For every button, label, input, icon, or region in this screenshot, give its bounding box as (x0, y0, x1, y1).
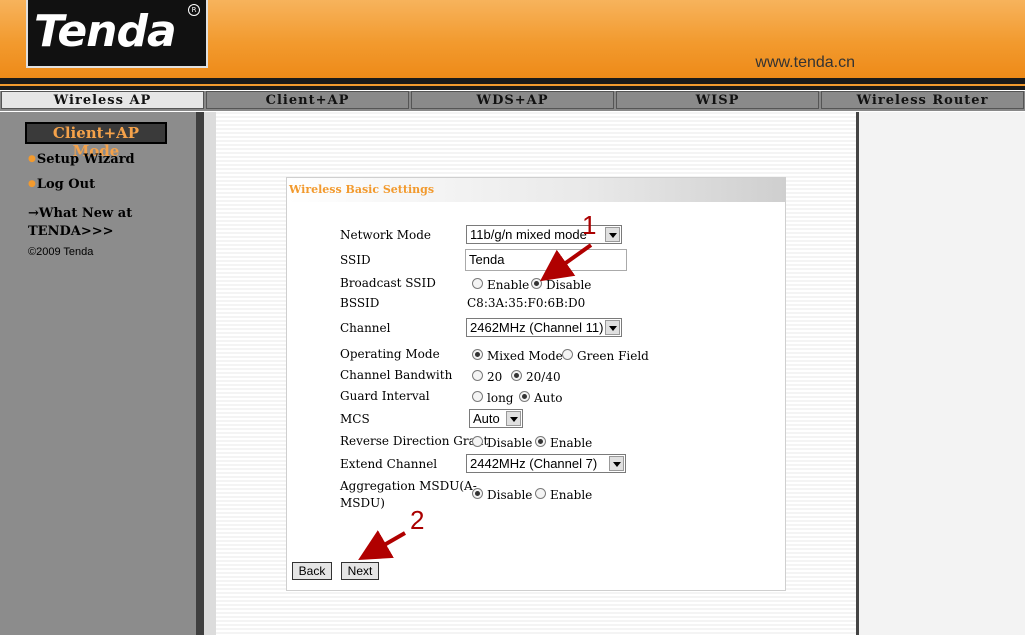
bandwidth-20-label: 20 (487, 370, 503, 384)
aggregation-disable-radio[interactable] (472, 488, 483, 499)
guard-interval-auto-radio[interactable] (519, 391, 530, 402)
extend-channel-label: Extend Channel (340, 457, 438, 471)
operating-mode-greenfield-label: Green Field (577, 349, 649, 363)
bullet-icon: ● (28, 154, 36, 164)
guard-interval-long-label: long (487, 391, 514, 405)
site-url: www.tenda.cn (755, 54, 855, 71)
copyright-text: ©2009 Tenda (28, 246, 94, 258)
sidebar-item-log-out[interactable]: ●Log Out (28, 177, 95, 192)
aggregation-msdu-label: Aggregation MSDU(A- MSDU) (340, 478, 477, 512)
dropdown-arrow-icon (605, 320, 620, 335)
network-mode-select[interactable]: 11b/g/n mixed mode (466, 225, 622, 244)
annotation-number-2: 2 (410, 505, 425, 535)
tenda-logo: Tenda R (26, 0, 208, 68)
annotation-number-1: 1 (582, 210, 597, 240)
mode-tabs: Wireless AP Client+AP WDS+AP WISP Wirele… (0, 91, 1025, 111)
tab-wireless-ap[interactable]: Wireless AP (1, 91, 204, 109)
sidebar-item-setup-wizard[interactable]: ●Setup Wizard (28, 152, 135, 167)
aggregation-msdu-label-line2: MSDU) (340, 496, 385, 510)
bandwidth-20-radio[interactable] (472, 370, 483, 381)
mcs-value: Auto (473, 411, 500, 426)
broadcast-ssid-label: Broadcast SSID (340, 276, 436, 290)
current-mode-label[interactable]: Client+AP Mode (25, 122, 167, 160)
operating-mode-label: Operating Mode (340, 347, 440, 361)
whats-new-line1: →What New at (28, 206, 133, 221)
extend-channel-value: 2442MHz (Channel 7) (470, 456, 598, 471)
panel-title-bar: Wireless Basic Settings (287, 178, 785, 202)
sidebar-item-label: Setup Wizard (36, 152, 135, 167)
next-button[interactable]: Next (341, 562, 379, 580)
mcs-select[interactable]: Auto (469, 409, 523, 428)
broadcast-ssid-disable-radio[interactable] (531, 278, 542, 289)
logo-text: Tenda (34, 6, 177, 57)
aggregation-msdu-label-line1: Aggregation MSDU(A- (340, 479, 477, 493)
tab-wireless-router[interactable]: Wireless Router (821, 91, 1024, 109)
operating-mode-mixed-label: Mixed Mode (487, 349, 563, 363)
wireless-basic-settings-panel: Wireless Basic Settings Network Mode 11b… (286, 177, 786, 591)
tab-client-ap[interactable]: Client+AP (206, 91, 409, 109)
sidebar-shadow (196, 112, 204, 635)
panel-title: Wireless Basic Settings (289, 183, 435, 196)
aggregation-disable-label: Disable (487, 488, 533, 502)
header-banner: Tenda R www.tenda.cn (0, 0, 1025, 78)
broadcast-ssid-enable-radio[interactable] (472, 278, 483, 289)
ssid-label: SSID (340, 253, 371, 267)
sidebar: Client+AP Mode ●Setup Wizard ●Log Out →W… (0, 112, 196, 635)
tab-wds-ap[interactable]: WDS+AP (411, 91, 614, 109)
aggregation-enable-label: Enable (550, 488, 593, 502)
back-button[interactable]: Back (292, 562, 332, 580)
dropdown-arrow-icon (609, 456, 624, 471)
broadcast-ssid-enable-label: Enable (487, 278, 530, 292)
rdg-disable-label: Disable (487, 436, 533, 450)
operating-mode-greenfield-radio[interactable] (562, 349, 573, 360)
mcs-label: MCS (340, 412, 370, 426)
rdg-enable-radio[interactable] (535, 436, 546, 447)
dropdown-arrow-icon (506, 411, 521, 426)
header-accent-line (0, 84, 1025, 86)
channel-bandwidth-label: Channel Bandwith (340, 368, 453, 382)
rdg-enable-label: Enable (550, 436, 593, 450)
broadcast-ssid-disable-label: Disable (546, 278, 592, 292)
rdg-disable-radio[interactable] (472, 436, 483, 447)
guard-interval-auto-label: Auto (534, 391, 563, 405)
reverse-direction-grant-label: Reverse Direction Grant (340, 434, 489, 448)
channel-select[interactable]: 2462MHz (Channel 11) (466, 318, 622, 337)
sidebar-gap (204, 112, 216, 635)
operating-mode-mixed-radio[interactable] (472, 349, 483, 360)
sidebar-item-whats-new[interactable]: →What New at TENDA>>> (28, 205, 132, 241)
guard-interval-label: Guard Interval (340, 389, 430, 403)
aggregation-enable-radio[interactable] (535, 488, 546, 499)
ssid-input[interactable]: Tenda (465, 249, 627, 271)
network-mode-value: 11b/g/n mixed mode (470, 227, 587, 242)
bullet-icon: ● (28, 179, 36, 189)
bandwidth-20-40-label: 20/40 (526, 370, 561, 384)
dropdown-arrow-icon (605, 227, 620, 242)
bandwidth-20-40-radio[interactable] (511, 370, 522, 381)
network-mode-label: Network Mode (340, 228, 432, 242)
sidebar-item-label: Log Out (36, 177, 96, 192)
whats-new-line2: TENDA>>> (28, 224, 114, 239)
channel-label: Channel (340, 321, 391, 335)
bssid-value: C8:3A:35:F0:6B:D0 (467, 296, 586, 310)
extend-channel-select[interactable]: 2442MHz (Channel 7) (466, 454, 626, 473)
bssid-label: BSSID (340, 296, 380, 310)
registered-mark-icon: R (188, 4, 200, 16)
guard-interval-long-radio[interactable] (472, 391, 483, 402)
tab-wisp[interactable]: WISP (616, 91, 819, 109)
right-blank-area (859, 112, 1025, 635)
channel-value: 2462MHz (Channel 11) (470, 320, 604, 335)
